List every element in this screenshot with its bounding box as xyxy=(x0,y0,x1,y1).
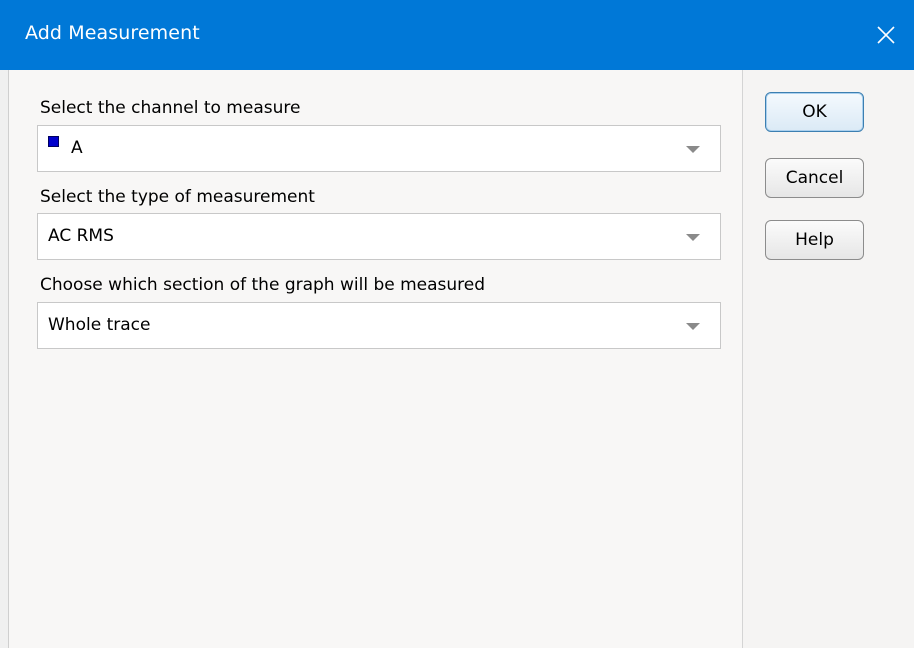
chevron-down-icon xyxy=(686,323,700,330)
close-button[interactable] xyxy=(858,0,914,70)
form-panel: Select the channel to measure A Select t… xyxy=(8,70,743,648)
channel-color-swatch xyxy=(48,136,59,147)
add-measurement-dialog: Add Measurement Select the channel to me… xyxy=(0,0,914,648)
close-icon xyxy=(877,26,895,44)
channel-select-value: A xyxy=(71,138,83,158)
chevron-down-icon xyxy=(686,234,700,241)
window-frame-left xyxy=(0,70,8,648)
section-select-value: Whole trace xyxy=(48,315,151,335)
cancel-button[interactable]: Cancel xyxy=(765,158,864,198)
channel-label: Select the channel to measure xyxy=(40,98,301,118)
title-bar[interactable]: Add Measurement xyxy=(0,0,914,70)
chevron-down-icon xyxy=(686,146,700,153)
window-title: Add Measurement xyxy=(25,22,200,44)
measurement-type-value: AC RMS xyxy=(48,226,114,246)
measurement-type-select[interactable]: AC RMS xyxy=(37,213,721,260)
section-select[interactable]: Whole trace xyxy=(37,302,721,349)
button-panel xyxy=(743,70,914,648)
ok-button[interactable]: OK xyxy=(765,92,864,132)
help-button[interactable]: Help xyxy=(765,220,864,260)
channel-select[interactable]: A xyxy=(37,125,721,172)
section-label: Choose which section of the graph will b… xyxy=(40,275,486,295)
measurement-type-label: Select the type of measurement xyxy=(40,187,315,207)
